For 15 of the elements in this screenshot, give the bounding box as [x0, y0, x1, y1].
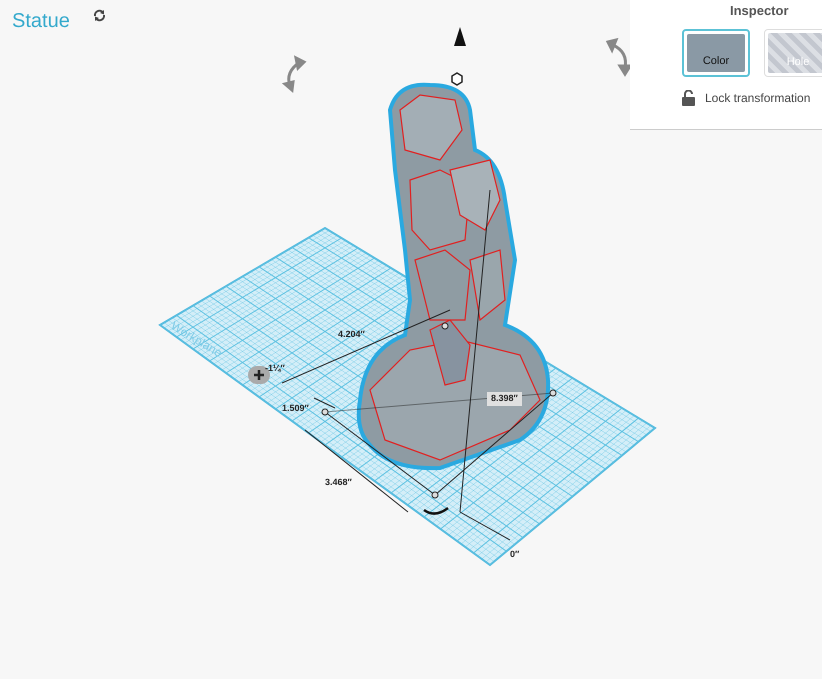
dimension-label[interactable]: -1¼″ [265, 362, 285, 376]
rotate-arrow-icon[interactable] [282, 55, 307, 93]
dimension-label[interactable]: 3.468″ [325, 476, 352, 490]
hexagon-handle-icon[interactable] [451, 72, 463, 86]
dimension-label[interactable]: 8.398″ [487, 392, 522, 406]
inspector-title: Inspector [730, 2, 789, 20]
rotate-handle-icon[interactable] [423, 506, 449, 515]
rotate-arrow-icon[interactable] [606, 38, 633, 77]
lift-cone-icon[interactable] [454, 27, 466, 46]
dimension-label[interactable]: 0″ [510, 548, 520, 562]
lock-label: Lock transformation [705, 90, 810, 106]
plus-icon [253, 369, 265, 381]
color-swatch[interactable]: Color [682, 28, 750, 76]
refresh-icon[interactable] [93, 9, 106, 22]
unlocked-padlock-icon[interactable] [682, 90, 695, 106]
